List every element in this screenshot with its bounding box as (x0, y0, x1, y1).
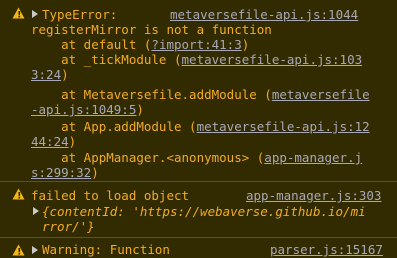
stack-frame-app-addmodule-cont: 44:24) (31, 134, 77, 149)
warning-icon: ! (12, 7, 25, 19)
stack-link-appmanager-cont[interactable]: s:299:32 (31, 165, 91, 180)
svg-text:!: ! (17, 192, 21, 201)
warning-text: Warning: Function (42, 242, 170, 257)
svg-text:!: ! (17, 248, 21, 257)
console-message-typeerror[interactable]: ! TypeError: metaversefile-api.js:1044 r… (0, 0, 397, 180)
warning-source-link[interactable]: app-manager.js:303 (246, 188, 381, 203)
stack-link-addmodule[interactable]: metaversefile (272, 87, 370, 102)
error-title: TypeError: (42, 7, 125, 22)
warning-icon: ! (12, 188, 25, 200)
console-message-failed-load[interactable]: ! failed to load object app-manager.js:3… (0, 181, 397, 237)
warning-source-link[interactable]: parser.js:15167 (270, 242, 383, 257)
stack-frame-default: at default (?import:41:3) (31, 37, 250, 52)
expand-arrow-icon[interactable] (32, 207, 40, 215)
console-panel: { "console": { "messages": [ { "type": "… (0, 0, 397, 258)
object-preview-cont: rror/'} (42, 219, 95, 234)
console-message-warning-function[interactable]: ! Warning: Function parser.js:15167 (0, 237, 397, 258)
warning-icon: ! (12, 244, 25, 256)
stack-link-app-addmodule[interactable]: metaversefile-api.js:12 (197, 119, 370, 134)
stack-frame-addmodule-cont: -api.js:1049:5) (31, 102, 144, 117)
stack-frame-app-addmodule: at App.addModule (metaversefile-api.js:1… (31, 119, 370, 134)
error-source-link[interactable]: metaversefile-api.js:1044 (170, 7, 358, 22)
expand-arrow-icon[interactable] (31, 246, 39, 254)
stack-frame-appmanager-cont: s:299:32) (31, 165, 99, 180)
stack-frame-addmodule: at Metaversefile.addModule (metaversefil… (31, 87, 370, 102)
stack-frame-tickmodule: at _tickModule (metaversefile-api.js:103 (31, 52, 363, 67)
stack-link-appmanager[interactable]: app-manager.j (264, 150, 362, 165)
stack-link-import[interactable]: ?import:41:3 (151, 37, 241, 52)
stack-link-addmodule-cont[interactable]: -api.js:1049:5 (31, 102, 136, 117)
stack-link-app-addmodule-cont[interactable]: 44:24 (31, 134, 69, 149)
stack-frame-appmanager: at AppManager.<anonymous> (app-manager.j (31, 150, 363, 165)
stack-frame-tickmodule-cont: 3:24) (31, 67, 69, 82)
error-message: registerMirror is not a function (31, 22, 272, 37)
stack-link-tickmodule[interactable]: metaversefile-api.js:103 (182, 52, 363, 67)
object-preview[interactable]: {contentId: 'https://webaverse.github.io… (42, 204, 366, 219)
stack-link-tickmodule-cont[interactable]: 3:24 (31, 67, 61, 82)
warning-text: failed to load object (31, 188, 190, 203)
expand-arrow-icon[interactable] (31, 10, 39, 18)
svg-text:!: ! (17, 11, 21, 20)
